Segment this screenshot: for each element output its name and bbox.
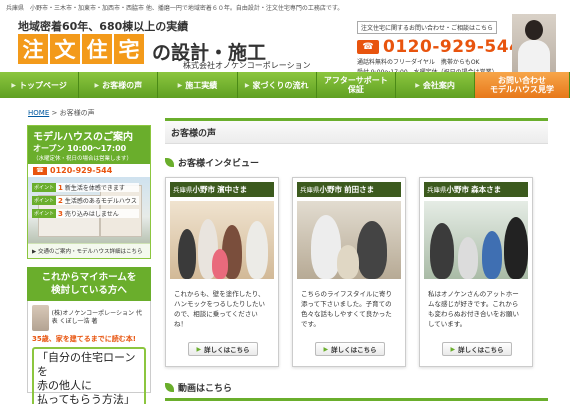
home-consider-banner[interactable]: これからマイホームを 検討している方へ	[27, 267, 151, 301]
arrow-icon: ▶	[450, 345, 456, 353]
point-item: ポイント 1 新生活を体感できます	[32, 183, 139, 192]
logo-char: 住	[82, 34, 112, 64]
details-button[interactable]: ▶ 詳しくはこちら	[315, 342, 385, 356]
interview-card: 兵庫県小野市 森本さま 私はオノケンさんのアットホームな感じが好きです。これから…	[419, 177, 533, 367]
breadcrumb-home[interactable]: HOME	[28, 109, 49, 117]
leaf-icon	[165, 158, 174, 167]
global-nav: ▶ トップページ ▶ お客様の声 ▶ 施工実績 ▶ 家づくりの流れ アフターサポート 保…	[0, 72, 570, 98]
details-button[interactable]: ▶ 詳しくはこちら	[442, 342, 512, 356]
section-divider	[165, 398, 548, 401]
model-house-banner[interactable]: モデルハウスのご案内 オープン 10:00～17:00 （水曜定休・祝日の場合は…	[27, 125, 151, 259]
book-title: 「自分の住宅ローンを 赤の他人に 払ってもらう方法」	[32, 347, 146, 404]
arrow-icon: ▶	[196, 345, 202, 353]
freedial-icon: ☎	[33, 166, 47, 175]
contact-note: 注文住宅に関するお問い合わせ・ご相談はこちら	[357, 21, 498, 34]
nav-arrow-icon: ▶	[415, 81, 420, 89]
logo-char: 宅	[114, 34, 144, 64]
card-header: 兵庫県小野市 前田さま	[297, 182, 401, 197]
model-hours: オープン 10:00～17:00	[33, 144, 127, 153]
nav-flow[interactable]: ▶ 家づくりの流れ	[238, 72, 317, 98]
interview-heading: お客様インタビュー	[165, 156, 548, 169]
site-logo[interactable]: 注 文 住 宅	[18, 34, 144, 64]
nav-arrow-icon: ▶	[177, 81, 183, 89]
header-phone[interactable]: 0120-929-544	[383, 37, 521, 57]
family-photo[interactable]	[424, 201, 528, 279]
interview-list: 兵庫県小野市 濱中さま これからも、壁を塗作したり、ハンモックをつるしたりしたい…	[165, 177, 548, 367]
video-heading: 動画はこちら	[165, 381, 548, 394]
author-photo	[32, 305, 49, 331]
leaf-icon	[165, 383, 174, 392]
logo-char: 注	[18, 34, 48, 64]
card-header: 兵庫県小野市 濱中さま	[170, 182, 274, 197]
arrow-icon: ▶	[323, 345, 329, 353]
book-banner[interactable]: (株)オノケンコーポレーション 代表 くぼし一浩 著 35歳、家を建てるまでに読…	[27, 301, 151, 404]
card-text: これからも、壁を塗作したり、ハンモックをつるしたりしたいので、相談に乗ってくださ…	[174, 290, 265, 328]
card-text: 私はオノケンさんのアットホームな感じが好きです。これからも変わらぬお付き合いをお…	[428, 290, 519, 328]
nav-arrow-icon: ▶	[94, 81, 100, 89]
breadcrumb: HOME > お客様の声	[28, 109, 95, 117]
model-phone: 0120-929-544	[50, 166, 113, 175]
card-header: 兵庫県小野市 森本さま	[424, 182, 528, 197]
nav-top[interactable]: ▶ トップページ	[0, 72, 80, 98]
point-item: ポイント 2 生活感のあるモデルハウス	[32, 196, 139, 205]
model-house-photo: ポイント 1 新生活を体感できます ポイント 2 生活感のあるモデルハウス ポイント 3 売…	[28, 177, 150, 243]
interview-card: 兵庫県小野市 前田さま こちらのライフスタイルに寄り添って下さいました。子育ての…	[292, 177, 406, 367]
staff-photo	[512, 14, 556, 72]
author-name: (株)オノケンコーポレーション 代表 くぼし一浩 著	[51, 310, 142, 325]
header-tagline: 地域密着60年、680棟以上の実績	[18, 20, 189, 33]
nav-voice[interactable]: ▶ お客様の声	[79, 72, 159, 98]
card-text: こちらのライフスタイルに寄り添って下さいました。子育ての色々な話もしやすくて良か…	[301, 290, 392, 328]
model-title: モデルハウスのご案内	[33, 132, 133, 143]
nav-company[interactable]: ▶ 会社案内	[396, 72, 476, 98]
logo-char: 文	[50, 34, 80, 64]
sidebar: モデルハウスのご案内 オープン 10:00～17:00 （水曜定休・祝日の場合は…	[27, 125, 151, 404]
nav-support[interactable]: アフターサポート 保証	[317, 72, 396, 98]
company-name: 株式会社オノケンコーポレーション	[183, 61, 311, 70]
access-link[interactable]: ▶ 交通のご案内・モデルハウス詳細はこちら	[28, 243, 150, 258]
nav-works[interactable]: ▶ 施工実績	[158, 72, 238, 98]
freedial-icon: ☎	[357, 40, 379, 54]
top-description: 兵庫県 小野市・三木市・加東市・加西市・西脇市 他、播磨一円で地域密着６０年。自…	[0, 0, 570, 14]
nav-arrow-icon: ▶	[11, 81, 16, 89]
site-header: 地域密着60年、680棟以上の実績 注 文 住 宅 の設計・施工 株式会社オノケ…	[0, 14, 570, 76]
main-content: お客様の声 お客様インタビュー 兵庫県小野市 濱中さま これからも、壁を塗作した…	[165, 118, 548, 401]
nav-arrow-icon: ▶	[244, 81, 250, 89]
breadcrumb-current: お客様の声	[59, 109, 95, 117]
interview-card: 兵庫県小野市 濱中さま これからも、壁を塗作したり、ハンモックをつるしたりしたい…	[165, 177, 279, 367]
family-photo[interactable]	[297, 201, 401, 279]
details-button[interactable]: ▶ 詳しくはこちら	[188, 342, 258, 356]
point-item: ポイント 3 売り込みはしません	[32, 209, 139, 218]
page-title: お客様の声	[165, 118, 548, 144]
book-catch: 35歳、家を建てるまでに読む本!	[32, 335, 136, 343]
model-note: （水曜定休・祝日の場合は営業します）	[33, 156, 133, 162]
nav-contact[interactable]: お問い合わせ モデルハウス見学	[475, 72, 570, 98]
family-photo[interactable]	[170, 201, 274, 279]
